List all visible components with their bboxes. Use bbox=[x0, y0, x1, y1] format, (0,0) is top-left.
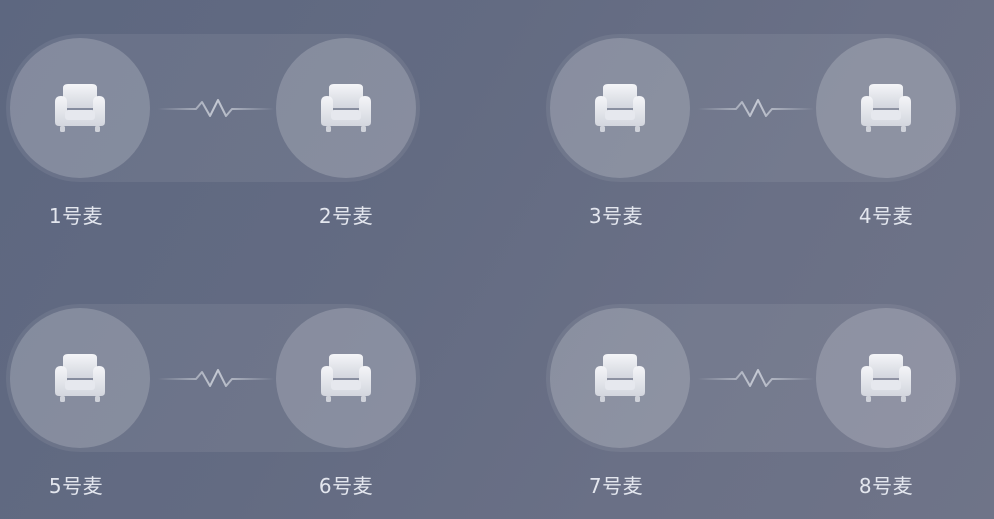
mic-seat-label-6: 6号麦 bbox=[318, 474, 374, 498]
mic-seat-1[interactable] bbox=[10, 38, 150, 178]
mic-pair-7-8: 7号麦 8号麦 bbox=[546, 304, 960, 498]
armchair-icon bbox=[51, 352, 109, 404]
armchair-icon bbox=[591, 352, 649, 404]
armchair-icon bbox=[857, 352, 915, 404]
mic-seat-4[interactable] bbox=[816, 38, 956, 178]
mic-seat-6[interactable] bbox=[276, 308, 416, 448]
mic-seat-5[interactable] bbox=[10, 308, 150, 448]
armchair-icon bbox=[857, 82, 915, 134]
mic-seat-label-4: 4号麦 bbox=[858, 204, 914, 228]
armchair-icon bbox=[591, 82, 649, 134]
mic-seat-label-5: 5号麦 bbox=[48, 474, 104, 498]
armchair-icon bbox=[51, 82, 109, 134]
mic-pair-5-6: 5号麦 6号麦 bbox=[6, 304, 420, 498]
armchair-icon bbox=[317, 82, 375, 134]
mic-seat-label-8: 8号麦 bbox=[858, 474, 914, 498]
mic-seat-label-3: 3号麦 bbox=[588, 204, 644, 228]
mic-seat-2[interactable] bbox=[276, 38, 416, 178]
mic-seat-7[interactable] bbox=[550, 308, 690, 448]
heartbeat-link-icon bbox=[698, 96, 814, 122]
mic-seat-8[interactable] bbox=[816, 308, 956, 448]
armchair-icon bbox=[317, 352, 375, 404]
heartbeat-link-icon bbox=[158, 366, 274, 392]
mic-seat-label-7: 7号麦 bbox=[588, 474, 644, 498]
mic-seat-label-1: 1号麦 bbox=[48, 204, 104, 228]
mic-seat-label-2: 2号麦 bbox=[318, 204, 374, 228]
heartbeat-link-icon bbox=[158, 96, 274, 122]
mic-seat-3[interactable] bbox=[550, 38, 690, 178]
mic-pair-1-2: 1号麦 2号麦 bbox=[6, 34, 420, 228]
mic-pair-3-4: 3号麦 4号麦 bbox=[546, 34, 960, 228]
heartbeat-link-icon bbox=[698, 366, 814, 392]
